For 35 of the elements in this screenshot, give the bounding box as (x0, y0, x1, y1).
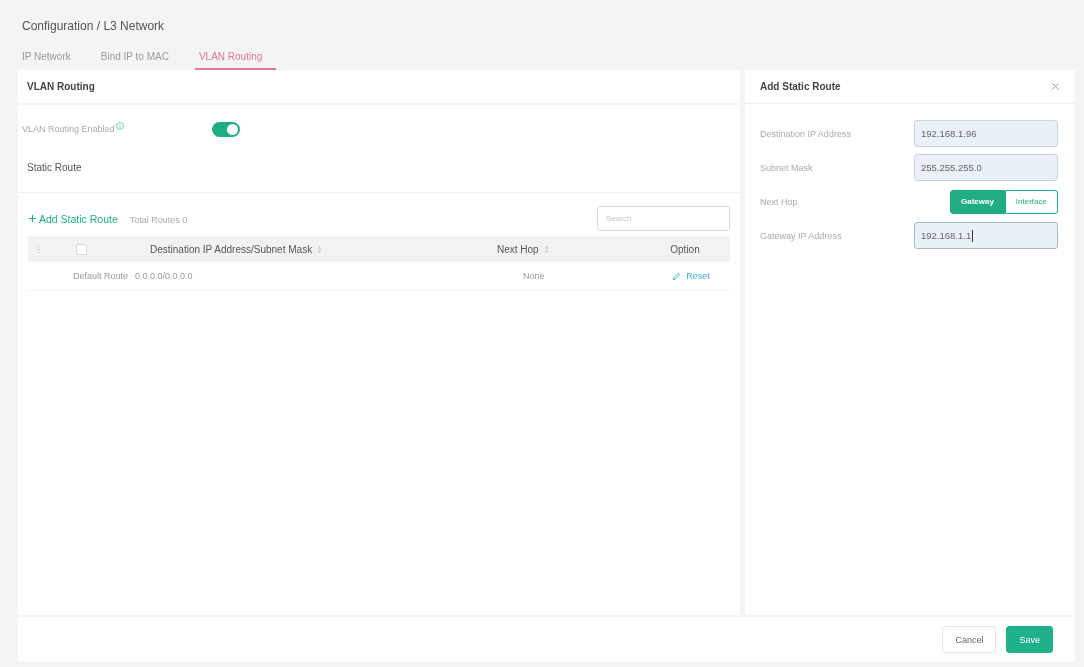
info-icon[interactable] (115, 122, 124, 130)
save-button[interactable]: Save (1006, 626, 1053, 653)
cancel-button[interactable]: Cancel (942, 626, 997, 653)
segmented-option[interactable]: Gateway (949, 189, 1005, 214)
table-cell: Default Route (73, 271, 129, 281)
column-header: Destination IP Address/Subnet Mask (150, 243, 313, 255)
panel-title: VLAN Routing (27, 81, 95, 92)
field-label: Destination IP Address (760, 128, 851, 139)
input-field[interactable]: 192.168.1.96 (914, 120, 1058, 147)
plus-icon (28, 214, 37, 223)
table-cell: 0.0.0.0/0.0.0.0 (135, 271, 193, 281)
sort-icon[interactable] (543, 244, 549, 254)
input-field[interactable]: 192.168.1.1 (914, 222, 1058, 249)
toggle-label: VLAN Routing Enabled (22, 124, 115, 134)
field-label: Gateway IP Address (760, 230, 842, 241)
field-label: Next Hop (760, 196, 798, 207)
table-cell: None (523, 271, 545, 281)
tab[interactable]: IP Network (18, 45, 77, 70)
add-static-route-link[interactable]: Add Static Route (28, 212, 118, 225)
field-label: Subnet Mask (760, 162, 813, 173)
input-field[interactable]: 255.255.255.0 (914, 154, 1058, 181)
column-header: Option (670, 243, 700, 255)
close-icon[interactable] (1051, 82, 1060, 91)
sort-icon[interactable] (317, 244, 323, 254)
segmented-option[interactable]: Interface (1004, 189, 1058, 214)
drawer-title: Add Static Route (760, 81, 841, 92)
column-header: Next Hop (497, 243, 539, 255)
toggle-switch[interactable] (212, 121, 240, 137)
pencil-icon (672, 271, 682, 281)
total-routes-count: Total Routes 0 (129, 215, 188, 225)
tab[interactable]: Bind IP to MAC (96, 45, 175, 70)
section-title: Static Route (26, 161, 82, 175)
reset-link[interactable]: Reset (672, 271, 710, 281)
select-all-checkbox[interactable] (76, 243, 87, 255)
breadcrumb: Configuration / L3 Network (21, 18, 165, 34)
